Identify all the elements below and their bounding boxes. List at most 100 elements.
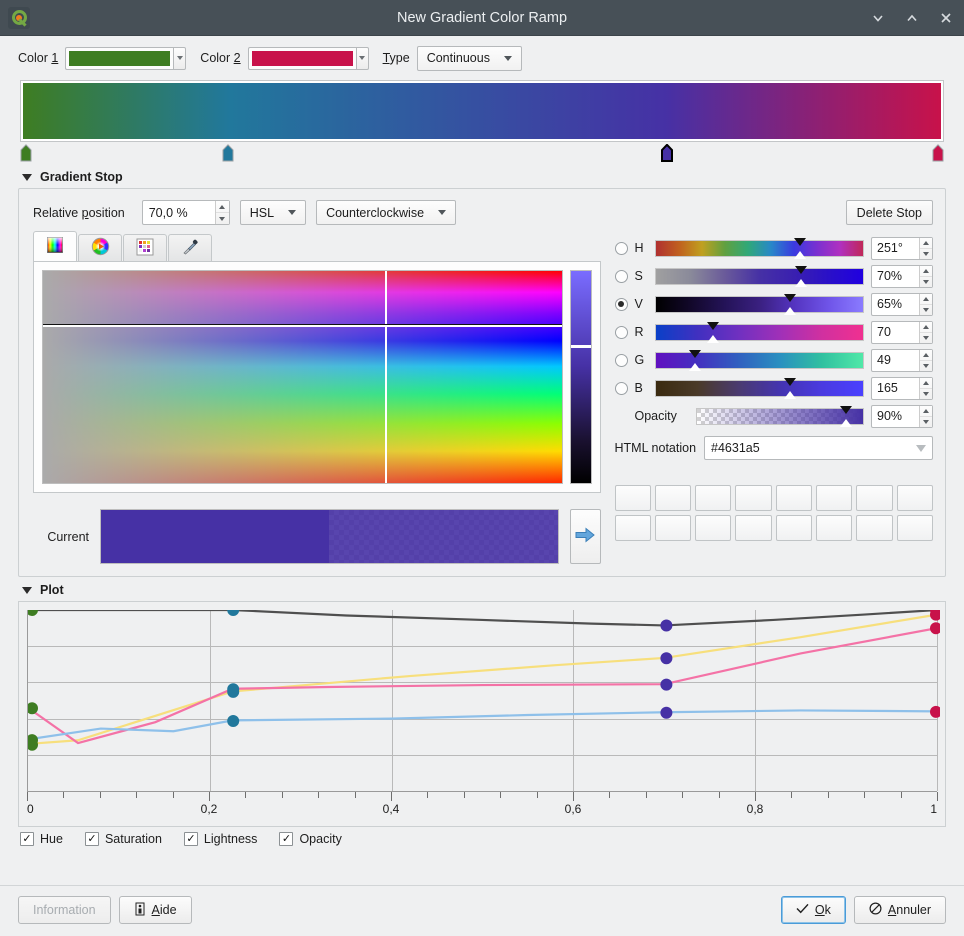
- stepper-down-icon[interactable]: [920, 389, 932, 399]
- color1-dropdown-arrow[interactable]: [173, 47, 186, 70]
- color1-button-group[interactable]: [65, 47, 186, 70]
- slider-input-b[interactable]: [872, 378, 919, 399]
- plot-stop-dot[interactable]: [661, 620, 672, 631]
- checkbox-icon[interactable]: ✓: [85, 832, 99, 846]
- slider-spinbox-s[interactable]: [871, 265, 933, 288]
- stepper[interactable]: [919, 350, 932, 371]
- gradient-preview-bar[interactable]: [20, 80, 944, 142]
- help-button[interactable]: Aide: [119, 896, 192, 924]
- stepper[interactable]: [919, 322, 932, 343]
- gradient-stop-marker[interactable]: [20, 144, 33, 162]
- value-slider-bar[interactable]: [570, 270, 592, 484]
- stepper-up-icon[interactable]: [920, 266, 932, 277]
- stepper-up-icon[interactable]: [920, 322, 932, 333]
- opacity-spinbox[interactable]: [871, 405, 933, 428]
- plot-stop-dot[interactable]: [931, 610, 941, 620]
- relative-position-spinbox[interactable]: [142, 200, 230, 225]
- maximize-icon[interactable]: [904, 10, 920, 26]
- stepper-up-icon[interactable]: [216, 201, 229, 213]
- html-notation-combobox[interactable]: #4631a5: [704, 436, 933, 460]
- swatch-cell[interactable]: [816, 485, 852, 511]
- swatch-cell[interactable]: [856, 485, 892, 511]
- color2-button[interactable]: [248, 47, 356, 70]
- swatch-cell[interactable]: [655, 485, 691, 511]
- swatch-cell[interactable]: [735, 485, 771, 511]
- relative-position-stepper[interactable]: [215, 201, 229, 224]
- stepper-down-icon[interactable]: [920, 249, 932, 259]
- radio-s[interactable]: [615, 270, 628, 283]
- stepper[interactable]: [919, 266, 932, 287]
- swatch-cell[interactable]: [615, 485, 651, 511]
- slider-input-s[interactable]: [872, 266, 919, 287]
- color-model-combobox[interactable]: HSL: [240, 200, 306, 225]
- color-wheel-tab[interactable]: [78, 234, 122, 261]
- checkbox-icon[interactable]: ✓: [184, 832, 198, 846]
- slider-input-v[interactable]: [872, 294, 919, 315]
- color-gradient-tab[interactable]: [33, 231, 77, 261]
- slider-spinbox-g[interactable]: [871, 349, 933, 372]
- stepper[interactable]: [919, 238, 932, 259]
- swatch-cell[interactable]: [897, 515, 933, 541]
- gradient-stop-marker[interactable]: [221, 144, 234, 162]
- stepper[interactable]: [919, 378, 932, 399]
- checkbox-icon[interactable]: ✓: [20, 832, 34, 846]
- stepper-down-icon[interactable]: [920, 417, 932, 427]
- radio-b[interactable]: [615, 382, 628, 395]
- color-swatches-tab[interactable]: [123, 234, 167, 261]
- slider-track-s[interactable]: [655, 268, 865, 285]
- plot-stop-dot[interactable]: [661, 679, 672, 690]
- swatch-cell[interactable]: [776, 485, 812, 511]
- legend-checkbox-lightness[interactable]: ✓Lightness: [184, 832, 258, 846]
- plot-stop-dot[interactable]: [661, 707, 672, 718]
- gradient-stop-marker[interactable]: [660, 144, 673, 162]
- ok-button[interactable]: Ok: [781, 896, 846, 924]
- opacity-input[interactable]: [872, 406, 919, 427]
- slider-track-r[interactable]: [655, 324, 865, 341]
- color2-button-group[interactable]: [248, 47, 369, 70]
- color1-button[interactable]: [65, 47, 173, 70]
- stepper[interactable]: [919, 294, 932, 315]
- plot-stop-dot[interactable]: [228, 610, 239, 616]
- stepper-up-icon[interactable]: [920, 378, 932, 389]
- cancel-button[interactable]: Annuler: [854, 896, 946, 924]
- type-combobox[interactable]: Continuous: [417, 46, 522, 71]
- swatch-cell[interactable]: [695, 485, 731, 511]
- radio-r[interactable]: [615, 326, 628, 339]
- stepper-down-icon[interactable]: [216, 213, 229, 224]
- plot-stop-dot[interactable]: [28, 610, 38, 616]
- slider-input-g[interactable]: [872, 350, 919, 371]
- swatch-cell[interactable]: [735, 515, 771, 541]
- information-button[interactable]: Information: [18, 896, 111, 924]
- plot-canvas[interactable]: [27, 610, 937, 792]
- plot-stop-dot[interactable]: [28, 735, 38, 746]
- swatch-cell[interactable]: [655, 515, 691, 541]
- radio-g[interactable]: [615, 354, 628, 367]
- opacity-stepper[interactable]: [919, 406, 932, 427]
- opacity-slider-track[interactable]: [696, 408, 865, 425]
- slider-input-r[interactable]: [872, 322, 919, 343]
- slider-spinbox-h[interactable]: [871, 237, 933, 260]
- stepper-down-icon[interactable]: [920, 361, 932, 371]
- color2-dropdown-arrow[interactable]: [356, 47, 369, 70]
- checkbox-icon[interactable]: ✓: [279, 832, 293, 846]
- stepper-down-icon[interactable]: [920, 333, 932, 343]
- direction-combobox[interactable]: Counterclockwise: [316, 200, 456, 225]
- slider-track-b[interactable]: [655, 380, 865, 397]
- plot-stop-dot[interactable]: [28, 703, 38, 714]
- legend-checkbox-saturation[interactable]: ✓Saturation: [85, 832, 162, 846]
- plot-stop-dot[interactable]: [931, 706, 941, 717]
- stepper-down-icon[interactable]: [920, 305, 932, 315]
- color-picker-tab[interactable]: [168, 234, 212, 261]
- stepper-up-icon[interactable]: [920, 350, 932, 361]
- swatch-cell[interactable]: [615, 515, 651, 541]
- slider-track-g[interactable]: [655, 352, 865, 369]
- saturation-value-map[interactable]: [42, 270, 563, 484]
- slider-spinbox-r[interactable]: [871, 321, 933, 344]
- plot-stop-markers[interactable]: [28, 610, 940, 792]
- slider-track-h[interactable]: [655, 240, 865, 257]
- close-icon[interactable]: [938, 10, 954, 26]
- plot-stop-dot[interactable]: [661, 653, 672, 664]
- stepper-down-icon[interactable]: [920, 277, 932, 287]
- gradient-stops-track[interactable]: [20, 144, 944, 164]
- slider-spinbox-v[interactable]: [871, 293, 933, 316]
